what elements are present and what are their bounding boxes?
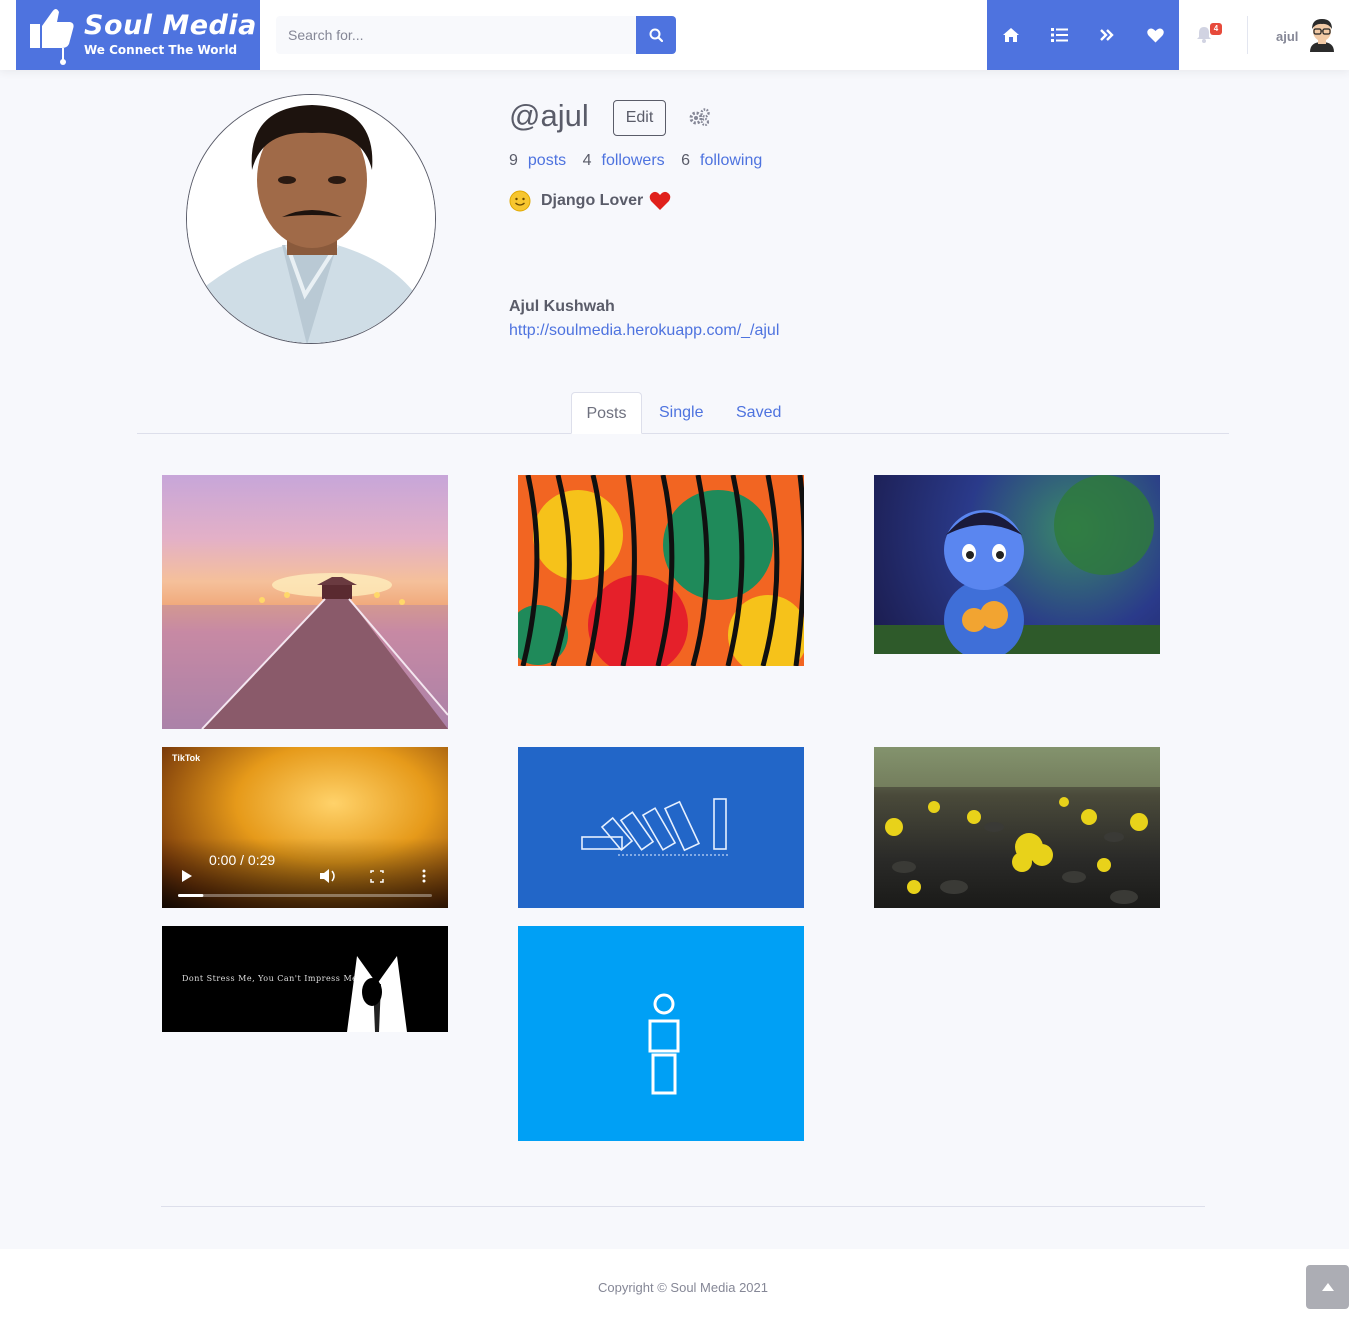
scroll-to-top-button[interactable]: [1306, 1265, 1349, 1309]
heart-icon: [1146, 28, 1164, 42]
settings-gears-icon[interactable]: [689, 108, 711, 126]
following-count: 6: [681, 152, 691, 169]
pier-sunset-image: [162, 573, 448, 729]
copyright-text: Copyright © Soul Media 2021: [597, 1280, 768, 1295]
nav-forward[interactable]: [1083, 0, 1131, 70]
post-thumbnail[interactable]: [874, 747, 1160, 908]
video-post[interactable]: TikTok 0:00 / 0:29: [162, 747, 448, 908]
post-thumbnail[interactable]: [874, 475, 1160, 654]
video-time: 0:00 / 0:29: [209, 852, 276, 868]
yellow-flowers-image: [874, 747, 1160, 904]
profile-picture: [186, 94, 436, 344]
books-illustration-image: [581, 798, 730, 856]
post-thumbnail[interactable]: [518, 747, 804, 908]
profile-website-link[interactable]: http://soulmedia.herokuapp.com/_/ajul: [509, 322, 779, 340]
brand-name: Soul Media: [84, 10, 257, 41]
cartoon-krishna-image: [874, 475, 1160, 654]
profile-handle: @ajul: [509, 98, 589, 133]
double-chevron-icon: [1100, 29, 1114, 41]
footer: Copyright © Soul Media 2021: [0, 1249, 1349, 1325]
suit-figure-image: [347, 948, 407, 1032]
more-options-icon: [422, 869, 426, 883]
tab-single[interactable]: Single: [643, 392, 719, 434]
content-divider: [161, 1206, 1205, 1207]
brand-logo[interactable]: Soul Media We Connect The World: [16, 0, 260, 70]
posts-count: 9: [509, 152, 518, 169]
topbar-divider: [1247, 16, 1248, 54]
nav-home[interactable]: [987, 0, 1035, 70]
smiley-emoji-icon: [509, 190, 531, 212]
quote-text: Dont Stress Me, You Can't Impress Me..: [182, 974, 364, 983]
search-input[interactable]: [276, 16, 636, 54]
bio-text: Django Lover: [541, 192, 644, 209]
brand-tagline: We Connect The World: [84, 43, 238, 57]
main-nav-icons: [987, 0, 1179, 70]
top-navbar: Soul Media We Connect The World Search f…: [0, 0, 1349, 70]
following-link[interactable]: following: [700, 152, 762, 169]
abstract-stripes-image: [518, 475, 804, 666]
caret-up-icon: [1321, 1283, 1334, 1291]
profile-bio: Django Lover: [509, 190, 671, 212]
tiktok-badge: TikTok: [172, 753, 201, 763]
list-icon: [1050, 28, 1068, 42]
followers-link[interactable]: followers: [602, 152, 665, 169]
profile-full-name: Ajul Kushwah: [509, 298, 615, 315]
post-thumbnail[interactable]: [162, 475, 448, 729]
tab-posts[interactable]: Posts: [571, 392, 642, 434]
video-controls: [162, 838, 448, 908]
profile-photo-illustration: [187, 95, 435, 343]
search-icon: [649, 28, 663, 42]
home-icon: [1003, 28, 1019, 42]
post-thumbnail[interactable]: Dont Stress Me, You Can't Impress Me..: [162, 926, 448, 1032]
posts-link[interactable]: posts: [528, 152, 566, 169]
person-outline-illustration: [648, 993, 680, 1095]
tab-saved[interactable]: Saved: [720, 392, 797, 434]
notifications-button[interactable]: 4: [1196, 23, 1222, 46]
post-thumbnail[interactable]: [518, 475, 804, 666]
profile-stats: 9 posts 4 followers 6 following: [509, 152, 774, 170]
thumbs-up-logo-icon: [30, 9, 74, 65]
post-thumbnail[interactable]: [518, 926, 804, 1141]
search-bar: [276, 16, 676, 54]
followers-count: 4: [582, 152, 592, 169]
nav-favorites[interactable]: [1131, 0, 1179, 70]
user-menu-name[interactable]: ajul: [1276, 29, 1298, 44]
notification-count-badge: 4: [1210, 23, 1222, 35]
user-avatar[interactable]: [1306, 18, 1338, 52]
nav-list[interactable]: [1035, 0, 1083, 70]
red-heart-emoji-icon: [649, 191, 671, 210]
edit-profile-button[interactable]: Edit: [613, 100, 666, 136]
search-button[interactable]: [636, 16, 676, 54]
